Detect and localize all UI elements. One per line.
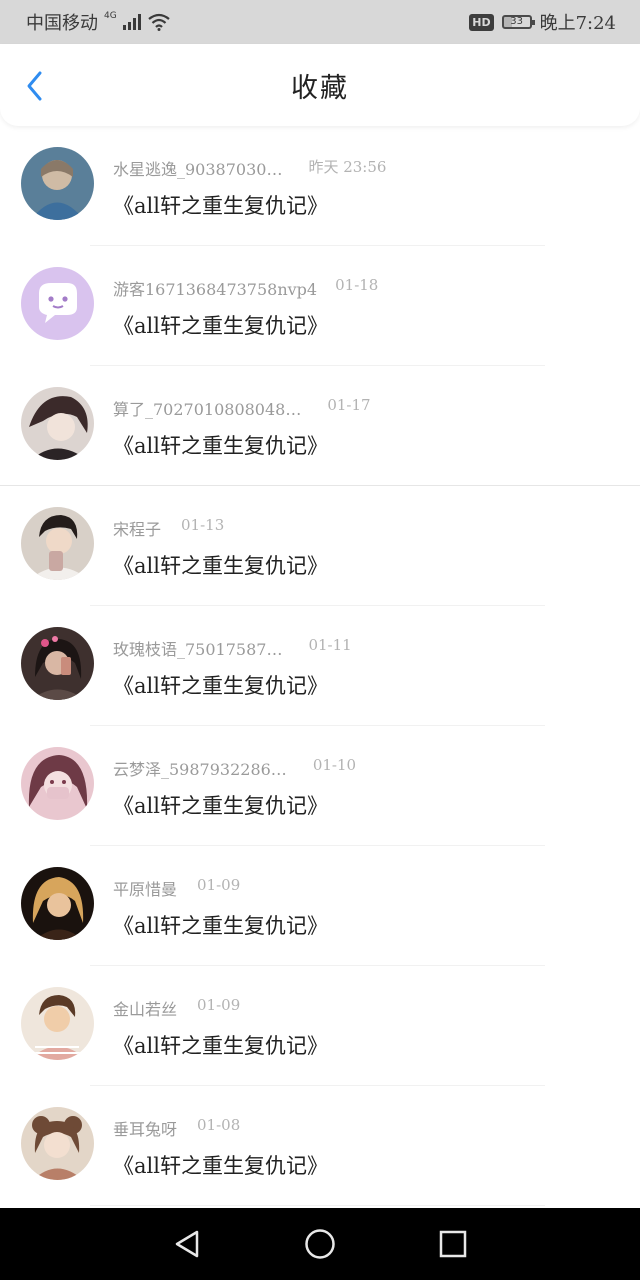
network-type: 4G — [104, 11, 117, 21]
favorites-list: 水星逃逸_90387030… 昨天 23:56 《all轩之重生复仇记》 游客1… — [0, 126, 640, 1206]
list-item[interactable]: 云梦泽_5987932286… 01-10 《all轩之重生复仇记》 — [0, 726, 640, 846]
wifi-icon — [148, 13, 170, 31]
avatar[interactable] — [21, 267, 94, 340]
book-title[interactable]: 《all轩之重生复仇记》 — [113, 310, 328, 340]
avatar[interactable] — [21, 147, 94, 220]
username: 游客1671368473758nvp4 — [113, 280, 318, 299]
nav-back-button[interactable] — [167, 1224, 207, 1264]
system-nav-bar — [0, 1208, 640, 1280]
username: 垂耳兔呀 — [113, 1120, 178, 1139]
chevron-left-icon — [27, 71, 42, 101]
signal-icon — [122, 14, 141, 30]
timestamp: 01-18 — [335, 276, 379, 294]
list-item[interactable]: 宋程子 01-13 《all轩之重生复仇记》 — [0, 486, 640, 606]
nav-recent-button[interactable] — [433, 1224, 473, 1264]
timestamp: 昨天 23:56 — [308, 158, 387, 176]
username: 金山若丝 — [113, 1000, 178, 1019]
app-header: 收藏 — [0, 44, 640, 126]
list-item[interactable]: 水星逃逸_90387030… 昨天 23:56 《all轩之重生复仇记》 — [0, 126, 640, 246]
list-item[interactable]: 算了_7027010808048… 01-17 《all轩之重生复仇记》 — [0, 366, 640, 486]
avatar[interactable] — [21, 627, 94, 700]
avatar[interactable] — [21, 507, 94, 580]
book-title[interactable]: 《all轩之重生复仇记》 — [113, 190, 328, 220]
timestamp: 01-08 — [197, 1116, 241, 1134]
book-title[interactable]: 《all轩之重生复仇记》 — [113, 550, 328, 580]
list-item[interactable]: 垂耳兔呀 01-08 《all轩之重生复仇记》 — [0, 1086, 640, 1206]
book-title[interactable]: 《all轩之重生复仇记》 — [113, 1030, 328, 1060]
timestamp: 01-11 — [308, 636, 352, 654]
book-title[interactable]: 《all轩之重生复仇记》 — [113, 790, 328, 820]
battery-level: 33 — [510, 16, 523, 27]
list-item[interactable]: 金山若丝 01-09 《all轩之重生复仇记》 — [0, 966, 640, 1086]
back-icon — [175, 1230, 198, 1258]
avatar[interactable] — [21, 1107, 94, 1180]
timestamp: 01-09 — [197, 996, 241, 1014]
book-title[interactable]: 《all轩之重生复仇记》 — [113, 670, 328, 700]
page-title: 收藏 — [291, 72, 349, 104]
avatar[interactable] — [21, 387, 94, 460]
avatar[interactable] — [21, 867, 94, 940]
list-item[interactable]: 玫瑰枝语_75017587… 01-11 《all轩之重生复仇记》 — [0, 606, 640, 726]
carrier-label: 中国移动 — [26, 13, 98, 34]
timestamp: 01-13 — [181, 516, 225, 534]
list-item[interactable]: 游客1671368473758nvp4 01-18 《all轩之重生复仇记》 — [0, 246, 640, 366]
username: 水星逃逸_90387030… — [113, 160, 283, 179]
timestamp: 01-17 — [327, 396, 371, 414]
username: 宋程子 — [113, 520, 162, 539]
battery-icon: 33 — [501, 15, 535, 29]
username: 云梦泽_5987932286… — [113, 760, 287, 779]
back-button[interactable] — [18, 70, 50, 102]
username: 平原惜曼 — [113, 880, 178, 899]
timestamp: 01-10 — [312, 756, 357, 774]
book-title[interactable]: 《all轩之重生复仇记》 — [113, 910, 328, 940]
hd-badge: HD — [469, 13, 494, 31]
recent-apps-icon — [440, 1230, 467, 1258]
nav-home-button[interactable] — [300, 1224, 340, 1264]
home-icon — [305, 1229, 335, 1259]
status-bar: 中国移动 4G HD 33 晚上7:24 — [0, 0, 640, 44]
username: 玫瑰枝语_75017587… — [113, 640, 283, 659]
avatar[interactable] — [21, 747, 94, 820]
book-title[interactable]: 《all轩之重生复仇记》 — [113, 1150, 328, 1180]
avatar[interactable] — [21, 987, 94, 1060]
list-item[interactable]: 平原惜曼 01-09 《all轩之重生复仇记》 — [0, 846, 640, 966]
book-title[interactable]: 《all轩之重生复仇记》 — [113, 430, 328, 460]
clock: 晚上7:24 — [539, 13, 616, 34]
timestamp: 01-09 — [197, 876, 241, 894]
username: 算了_7027010808048… — [113, 400, 302, 419]
